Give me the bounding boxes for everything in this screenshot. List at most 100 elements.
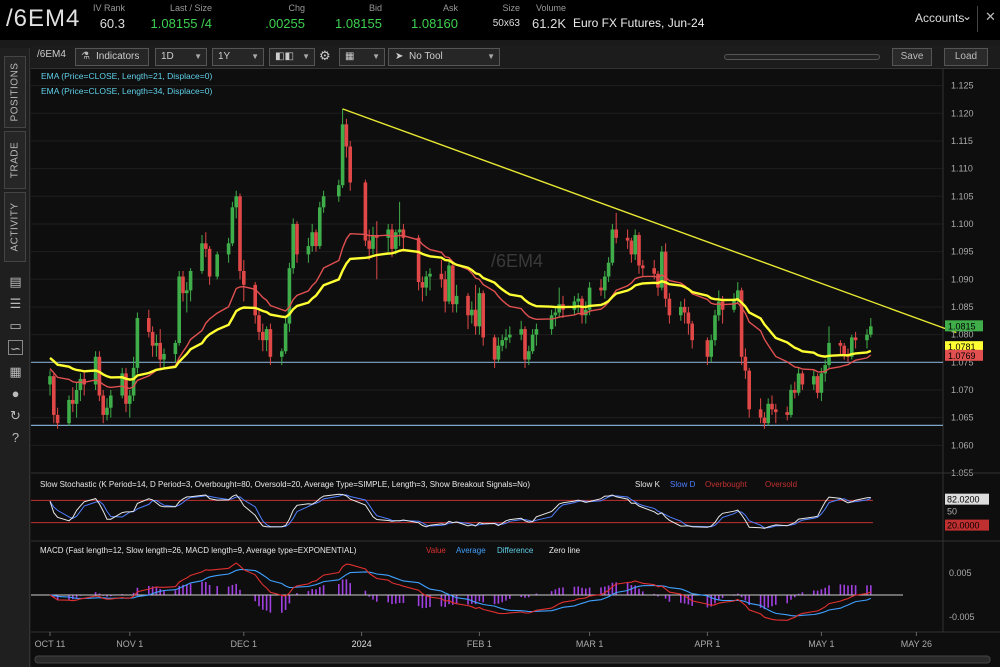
candle-body	[188, 271, 193, 291]
close-icon[interactable]: ✕	[985, 9, 996, 25]
candle-body	[557, 304, 561, 313]
candle-body	[154, 342, 159, 346]
quote-iv-rank: IV Rank 60.3	[92, 3, 125, 31]
candle-body	[527, 351, 531, 360]
candle-body	[481, 293, 485, 338]
price-chart[interactable]: /6EM4 1.125 1.120 1.115 1.110 1.105 1.100 1.09…	[31, 45, 1000, 667]
study-label-ema34[interactable]: EMA (Price=CLOSE, Length=34, Displace=0)	[41, 86, 212, 96]
tab-activity[interactable]: ACTIVITY	[4, 192, 26, 262]
candle-body	[424, 276, 428, 288]
candle-body	[78, 378, 83, 390]
horizontal-levels	[31, 361, 943, 427]
time-tick-label: OCT 11	[35, 639, 66, 649]
candle-body	[97, 356, 102, 396]
candle-body	[447, 265, 451, 302]
price-tick-label: 1.095	[951, 247, 974, 257]
help-icon[interactable]: ?	[8, 430, 23, 445]
legend-slow-d: Slow D	[670, 480, 696, 489]
candle-body	[177, 276, 181, 343]
candle-body	[713, 315, 717, 341]
candle-body	[534, 329, 539, 335]
candle-body	[770, 403, 774, 410]
candle-body	[667, 298, 672, 316]
candle-body	[283, 323, 288, 352]
macd-tick-label: -0.005	[949, 612, 975, 622]
symbol-title[interactable]: /6EM4	[6, 5, 80, 33]
candle-body	[610, 229, 615, 263]
candle-body	[553, 312, 558, 316]
candle-body	[261, 331, 265, 341]
grid-icon[interactable]: ▦	[8, 364, 23, 379]
price-tag-label: 1.0815	[948, 321, 976, 331]
chevron-down-icon[interactable]: ⌄	[962, 9, 972, 23]
candle-body	[774, 409, 778, 413]
candle-body	[257, 315, 261, 332]
candle-body	[48, 376, 52, 385]
history-icon[interactable]: ↻	[8, 408, 23, 423]
candle-body	[793, 389, 797, 393]
candle-body	[234, 196, 238, 208]
price-tick-label: 1.125	[951, 81, 974, 91]
study-label-ema21[interactable]: EMA (Price=CLOSE, Length=21, Displace=0)	[41, 71, 212, 81]
trendline[interactable]	[342, 108, 957, 334]
legend-zero-line: Zero line	[549, 546, 581, 555]
candle-body	[200, 243, 204, 271]
candle-body	[158, 342, 162, 360]
time-tick-label: 2024	[352, 639, 372, 649]
stoch-tick-label: 82.0200	[947, 495, 980, 505]
price-tick-label: 1.110	[951, 164, 973, 174]
ema34-line	[49, 248, 872, 381]
price-tick-label: 1.085	[951, 302, 974, 312]
candle-body	[743, 356, 748, 371]
candle-body	[473, 309, 478, 327]
candle-body	[230, 207, 235, 244]
candle-body	[606, 262, 611, 277]
tab-positions[interactable]: POSITIONS	[4, 56, 26, 128]
accounts-menu[interactable]: Accounts	[915, 11, 964, 25]
candle-body	[344, 124, 349, 147]
candle-body	[853, 337, 858, 341]
stoch-tick-label: 50	[947, 507, 957, 517]
candle-body	[71, 399, 75, 404]
candle-body	[736, 290, 740, 299]
price-tick-label: 1.065	[951, 413, 974, 423]
candle-body	[576, 298, 580, 302]
tv-icon[interactable]: ▭	[8, 318, 23, 333]
candle-body	[682, 306, 687, 313]
news-icon[interactable]: ▤	[8, 274, 23, 289]
candle-body	[690, 323, 694, 341]
candle-body	[101, 395, 105, 415]
stochastic-pane: 82.0200 50 20.0000	[31, 493, 989, 531]
candle-body	[762, 417, 767, 424]
candle-body	[470, 309, 474, 316]
candle-body	[800, 373, 805, 385]
candle-body	[709, 340, 713, 357]
candle-body	[105, 407, 109, 415]
stochastic-title[interactable]: Slow Stochastic (K Period=14, D Period=3…	[40, 480, 530, 489]
candle-body	[869, 326, 873, 335]
candle-body	[147, 318, 151, 332]
candle-body	[181, 276, 185, 294]
divider	[977, 6, 978, 32]
candle-body	[496, 345, 501, 360]
candle-body	[530, 334, 535, 352]
chart-icon[interactable]: ∽	[8, 340, 23, 356]
people-icon[interactable]: ●	[8, 386, 23, 401]
candle-body	[185, 290, 189, 294]
tab-trade[interactable]: TRADE	[4, 131, 26, 189]
candle-body	[306, 246, 311, 255]
list-icon[interactable]: ☰	[8, 296, 23, 311]
time-tick-label: NOV 1	[116, 639, 143, 649]
macd-title[interactable]: MACD (Fast length=12, Slow length=26, MA…	[40, 546, 357, 555]
candle-body	[420, 282, 425, 288]
candle-body	[291, 223, 295, 269]
stoch-tick-label: 20.0000	[947, 521, 980, 531]
candle-body	[815, 376, 820, 393]
candle-body	[641, 265, 645, 269]
legend-overbought: Overbought	[705, 480, 748, 489]
candle-body	[637, 235, 641, 266]
horizontal-scrollbar[interactable]	[34, 655, 991, 664]
time-tick-label: MAY 1	[808, 639, 834, 649]
candle-body	[340, 124, 345, 186]
candle-body	[603, 276, 607, 291]
